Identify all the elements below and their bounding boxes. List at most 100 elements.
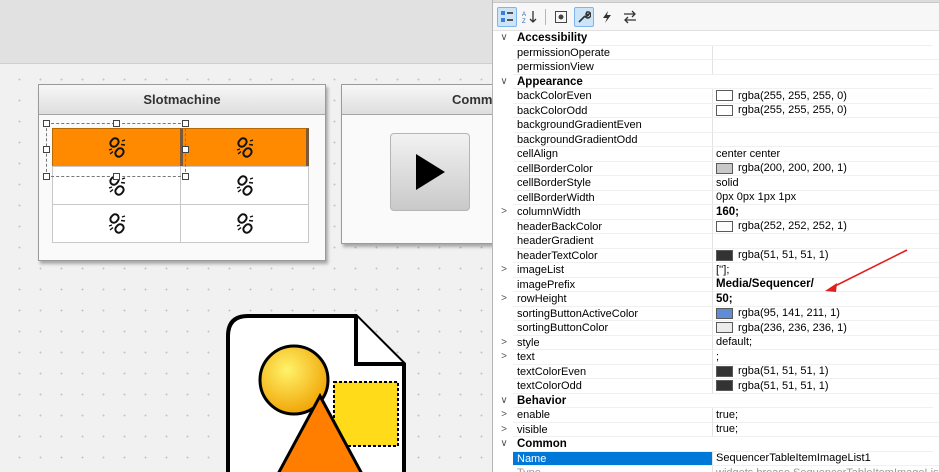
property-category[interactable]: ∨ Common xyxy=(493,437,939,452)
color-swatch[interactable] xyxy=(716,104,733,116)
color-swatch[interactable] xyxy=(716,380,733,392)
property-row[interactable]: > style default; xyxy=(493,335,939,351)
property-row[interactable]: Typewidgets.brease.SequencerTableItemIma… xyxy=(493,466,939,472)
property-value[interactable]: rgba(255, 255, 255, 0) xyxy=(713,89,939,104)
slot-cell[interactable] xyxy=(52,128,181,167)
property-value[interactable]: solid xyxy=(713,176,939,191)
resize-handle[interactable] xyxy=(43,120,50,127)
color-swatch[interactable] xyxy=(716,249,733,261)
property-value[interactable]: rgba(200, 200, 200, 1) xyxy=(713,162,939,176)
property-row[interactable]: textColorEven rgba(51, 51, 51, 1) xyxy=(493,364,939,379)
property-value[interactable]: 160; xyxy=(713,205,939,220)
alphabetical-button[interactable]: AZ xyxy=(520,7,540,27)
slot-cell[interactable] xyxy=(180,166,309,205)
property-row[interactable]: cellAlign center center xyxy=(493,147,939,162)
property-category[interactable]: ∨ Appearance xyxy=(493,74,939,90)
wrench-button[interactable] xyxy=(574,6,594,27)
property-row[interactable]: backgroundGradientOdd xyxy=(493,132,939,147)
collapse-chevron-icon[interactable]: ∨ xyxy=(498,437,510,452)
design-canvas[interactable]: Slotmachine Comm xyxy=(0,0,492,472)
expand-chevron-icon[interactable]: > xyxy=(498,408,510,423)
expand-chevron-icon[interactable]: > xyxy=(498,263,510,278)
property-row[interactable]: backgroundGradientEven xyxy=(493,118,939,133)
expand-chevron-icon[interactable]: > xyxy=(498,205,510,220)
property-row[interactable]: cellBorderStyle solid xyxy=(493,176,939,191)
property-row[interactable]: > text; xyxy=(493,350,939,365)
collapse-chevron-icon[interactable]: ∨ xyxy=(498,31,510,46)
property-row[interactable]: backColorOdd rgba(255, 255, 255, 0) xyxy=(493,103,939,118)
resize-handle[interactable] xyxy=(43,173,50,180)
slot-cell[interactable] xyxy=(180,204,309,243)
property-row[interactable]: sortingButtonActiveColor rgba(95, 141, 21… xyxy=(493,306,939,321)
property-value[interactable] xyxy=(713,46,939,60)
color-swatch[interactable] xyxy=(716,220,733,232)
slot-cell[interactable] xyxy=(52,166,181,205)
property-row[interactable]: cellBorderWidth 0px 0px 1px 1px xyxy=(493,190,939,205)
property-row[interactable]: permissionView xyxy=(493,60,939,75)
color-swatch[interactable] xyxy=(716,90,733,102)
property-value[interactable] xyxy=(713,133,939,147)
property-value[interactable] xyxy=(713,60,939,75)
properties-button[interactable] xyxy=(551,7,571,27)
property-row[interactable]: > columnWidth 160; xyxy=(493,205,939,220)
slot-cell[interactable] xyxy=(180,128,309,167)
property-row[interactable]: sortingButtonColor rgba(236, 236, 236, 1) xyxy=(493,321,939,336)
comm-widget[interactable]: Comm xyxy=(341,84,492,244)
property-row[interactable]: permissionOperate xyxy=(493,45,939,60)
color-swatch[interactable] xyxy=(716,307,733,319)
resize-handle[interactable] xyxy=(182,146,189,153)
property-value[interactable]: 0px 0px 1px 1px xyxy=(713,191,939,205)
collapse-chevron-icon[interactable]: ∨ xyxy=(498,394,510,409)
property-value[interactable]: rgba(51, 51, 51, 1) xyxy=(713,365,939,379)
property-value[interactable]: rgba(95, 141, 211, 1) xyxy=(713,307,939,321)
property-grid[interactable]: AZ ∨ Accessibility permissionOperate permis… xyxy=(492,0,939,472)
resize-handle[interactable] xyxy=(43,146,50,153)
property-value[interactable]: rgba(51, 51, 51, 1) xyxy=(713,379,939,394)
property-value[interactable]: rgba(255, 255, 255, 0) xyxy=(713,104,939,118)
property-row[interactable]: > visible true; xyxy=(493,422,939,438)
categorized-button[interactable] xyxy=(497,6,517,27)
property-value[interactable]: default; xyxy=(713,336,939,350)
property-value[interactable] xyxy=(713,234,939,249)
collapse-chevron-icon[interactable]: ∨ xyxy=(498,75,510,90)
property-row[interactable]: > enable true; xyxy=(493,408,939,423)
property-value[interactable]: true; xyxy=(713,408,939,423)
slot-cell[interactable] xyxy=(52,204,181,243)
expand-chevron-icon[interactable]: > xyxy=(498,350,510,365)
events-button[interactable] xyxy=(597,7,617,27)
property-value[interactable]: rgba(236, 236, 236, 1) xyxy=(713,321,939,336)
property-row[interactable]: backColorEven rgba(255, 255, 255, 0) xyxy=(493,89,939,104)
property-name: sortingButtonActiveColor xyxy=(513,306,713,321)
property-value[interactable]: ; xyxy=(713,350,939,365)
property-category[interactable]: ∨ Accessibility xyxy=(493,31,939,46)
slot-table[interactable] xyxy=(52,128,309,243)
property-category[interactable]: ∨ Behavior xyxy=(493,393,939,409)
color-swatch[interactable] xyxy=(716,322,733,334)
property-row[interactable]: textColorOdd rgba(51, 51, 51, 1) xyxy=(493,379,939,394)
color-swatch[interactable] xyxy=(716,162,733,174)
property-value[interactable]: center center xyxy=(713,147,939,162)
property-row[interactable]: cellBorderColor rgba(200, 200, 200, 1) xyxy=(493,161,939,176)
expand-chevron-icon[interactable]: > xyxy=(498,336,510,351)
expand-chevron-icon[interactable]: > xyxy=(498,423,510,438)
expand-chevron-icon[interactable]: > xyxy=(498,292,510,307)
broken-link-icon xyxy=(236,174,253,196)
resize-handle[interactable] xyxy=(113,173,120,180)
property-value[interactable]: true; xyxy=(713,423,939,437)
slotmachine-widget[interactable]: Slotmachine xyxy=(38,84,326,261)
play-button[interactable] xyxy=(390,133,470,211)
property-row[interactable]: Name SequencerTableItemImageList1 xyxy=(493,451,939,466)
property-value[interactable] xyxy=(713,118,939,133)
property-value[interactable]: SequencerTableItemImageList1 xyxy=(713,452,939,466)
property-value[interactable]: rgba(252, 252, 252, 1) xyxy=(713,220,939,234)
resize-handle[interactable] xyxy=(113,120,120,127)
property-value-text: ['']; xyxy=(716,263,730,276)
resize-handle[interactable] xyxy=(182,120,189,127)
color-swatch[interactable] xyxy=(716,365,733,377)
swap-button[interactable] xyxy=(620,7,640,27)
property-row[interactable]: headerGradient xyxy=(493,234,939,249)
property-value[interactable]: widgets.brease.SequencerTableItemImageLi… xyxy=(713,466,939,472)
property-row[interactable]: headerBackColor rgba(252, 252, 252, 1) xyxy=(493,219,939,234)
resize-handle[interactable] xyxy=(182,173,189,180)
property-name: Type xyxy=(513,466,713,472)
